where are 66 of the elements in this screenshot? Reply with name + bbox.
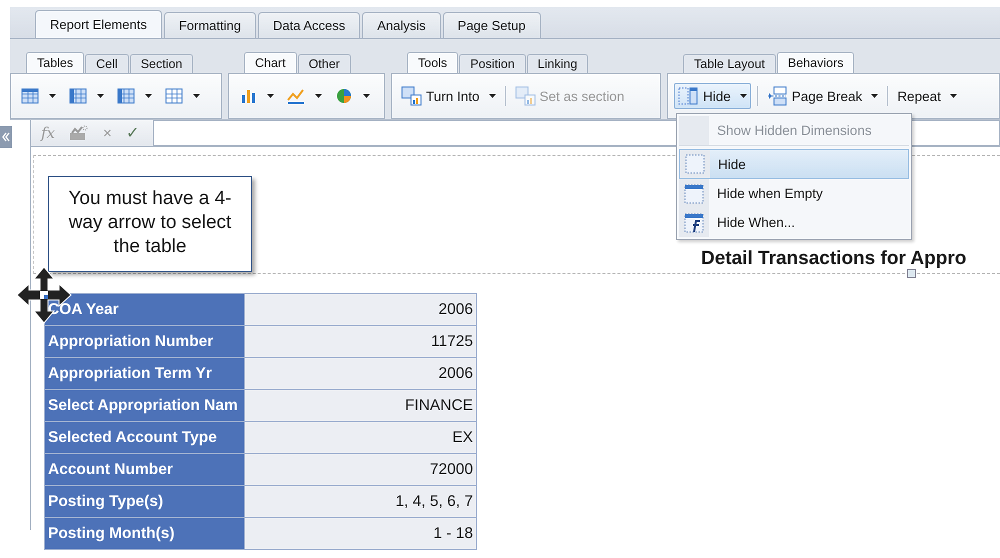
ribbon-tab[interactable]: Section [130, 54, 194, 73]
table-cell: 2006 [244, 358, 476, 390]
table-cell: 72000 [244, 454, 476, 486]
menu-item[interactable]: Hide when Empty [679, 179, 909, 208]
menu-item[interactable]: Hide [679, 149, 909, 179]
hide-icon [684, 153, 706, 175]
ribbon-tab[interactable]: Cell [85, 54, 129, 73]
table-cell: 2006 [244, 294, 476, 326]
ribbon-tab[interactable]: Tools [407, 52, 458, 73]
table-header-cell: Posting Type(s) [44, 486, 244, 518]
main-tab[interactable]: Formatting [164, 12, 256, 38]
crosstab-icon [116, 87, 136, 105]
table-icon [20, 87, 40, 105]
ribbon-tab[interactable]: Tables [26, 52, 84, 73]
caret-icon [97, 94, 104, 98]
caret-icon [315, 94, 322, 98]
main-tab[interactable]: Analysis [362, 12, 441, 38]
main-tab[interactable]: Data Access [258, 12, 360, 38]
dropdown-button[interactable]: Turn Into [398, 83, 499, 109]
menu-item[interactable]: Hide When... [679, 208, 909, 237]
table-header-cell: Appropriation Number [44, 326, 244, 358]
columns-icon [68, 87, 88, 105]
ribbon-tab[interactable]: Behaviors [776, 52, 854, 73]
main-tab[interactable]: Page Setup [442, 12, 541, 38]
table-cell: EX [244, 422, 476, 454]
section-icon [514, 86, 537, 106]
ribbon-tab[interactable]: Chart [244, 52, 297, 73]
table-header-cell: Appropriation Term Yr [44, 358, 244, 390]
caret-icon [49, 94, 56, 98]
ribbon-tab[interactable]: Linking [526, 54, 588, 73]
collapse-icon[interactable] [0, 126, 12, 148]
dropdown-button[interactable]: Page Break [764, 83, 882, 109]
ribbon-tab[interactable]: Other [298, 54, 351, 73]
table-header-cell: Select Appropriation Nam [44, 390, 244, 422]
caret-icon [145, 94, 152, 98]
table-cell: 11725 [244, 326, 476, 358]
line-chart-icon [286, 87, 306, 105]
caret-icon [363, 94, 370, 98]
caret-icon [740, 94, 747, 98]
caret-icon [193, 94, 200, 98]
hide-icon [678, 86, 700, 106]
ribbon-tab[interactable]: Position [459, 54, 526, 73]
turn-into-icon [401, 86, 423, 106]
report-title: Detail Transactions for Appro [701, 248, 966, 270]
caret-icon [871, 94, 878, 98]
dropdown-button[interactable]: Repeat [894, 83, 960, 109]
table-cell: 1 - 18 [244, 518, 476, 550]
table-header-cell: Selected Account Type [44, 422, 244, 454]
formula-editor-icon[interactable] [69, 125, 90, 141]
hide-when-icon [683, 212, 705, 234]
dropdown-button[interactable]: Hide [674, 83, 751, 109]
formula-button[interactable]: ✓ [126, 123, 139, 143]
caret-icon [267, 94, 274, 98]
caret-icon [950, 94, 957, 98]
table-cell: FINANCE [244, 390, 476, 422]
caret-icon [488, 94, 496, 98]
main-tab[interactable]: Report Elements [35, 10, 162, 38]
pie-chart-icon [334, 87, 354, 105]
page-break-icon [766, 86, 789, 106]
hide-empty-icon [683, 182, 705, 204]
table-cell: 1, 4, 5, 6, 7 [244, 486, 476, 518]
resize-handle[interactable] [907, 269, 916, 278]
ribbon-tab[interactable]: Table Layout [683, 54, 776, 73]
table-header-cell: Account Number [44, 454, 244, 486]
callout-note: You must have a 4-way arrow to select the table [48, 176, 252, 272]
table-header-cell: Posting Month(s) [44, 518, 244, 550]
